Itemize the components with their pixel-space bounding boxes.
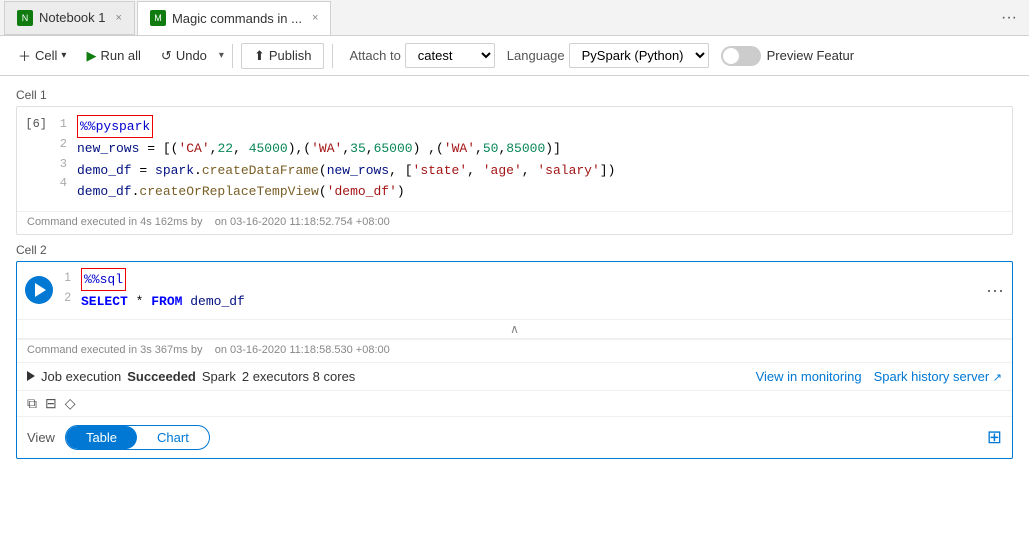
language-select[interactable]: PySpark (Python) <box>569 43 709 68</box>
cell1-line-numbers: 1234 <box>57 115 77 203</box>
tab-notebook1-label: Notebook 1 <box>39 10 106 25</box>
cell1-container: [6] 1234 %%pyspark new_rows = [('CA',22,… <box>16 106 1013 235</box>
run-icon <box>35 283 46 297</box>
spark-history-link[interactable]: Spark history server ↗ <box>874 369 1002 384</box>
tab-more-button[interactable]: ··· <box>993 9 1025 27</box>
cell1-code-content[interactable]: %%pyspark new_rows = [('CA',22, 45000),(… <box>77 115 1012 203</box>
divider1 <box>232 44 233 68</box>
cell1-footer-date: on 03-16-2020 11:18:52.754 +08:00 <box>215 216 390 228</box>
cell2-more-button[interactable]: ··· <box>986 280 1004 301</box>
job-links: View in monitoring Spark history server … <box>756 369 1002 384</box>
cell2-container: 12 %%sql SELECT * FROM demo_df ··· ∧ Com… <box>16 261 1013 459</box>
cell1-code-block: 1234 %%pyspark new_rows = [('CA',22, 450… <box>57 115 1012 203</box>
tab-magic-close[interactable]: × <box>312 12 318 24</box>
plus-icon: ＋ <box>18 46 31 65</box>
preview-label: Preview Featur <box>767 48 854 63</box>
publish-button[interactable]: ⬆ Publish <box>241 43 325 69</box>
undo-button[interactable]: ↺ Undo <box>153 44 215 68</box>
tab-magic[interactable]: M Magic commands in ... × <box>137 1 331 35</box>
notebook1-icon: N <box>17 10 33 26</box>
magic-command-pyspark: %%pyspark <box>77 115 153 138</box>
cell1-label: Cell 1 <box>16 88 1013 102</box>
job-spark-label: Spark <box>202 369 236 384</box>
language-label: Language <box>507 48 565 63</box>
collapse-icon: ∧ <box>510 322 519 336</box>
cell2-run-button[interactable] <box>25 276 53 304</box>
cell1-code-area: [6] 1234 %%pyspark new_rows = [('CA',22,… <box>17 107 1012 211</box>
cell2-footer-date: on 03-16-2020 11:18:58.530 +08:00 <box>215 344 390 356</box>
toggle-knob <box>723 48 739 64</box>
code-line-4: demo_df.createOrReplaceTempView('demo_df… <box>77 181 1012 202</box>
cell1-footer-text: Command executed in 4s 162ms by <box>27 216 202 228</box>
job-execution-label: Job execution <box>41 369 121 384</box>
cell2-code-line-1: %%sql <box>81 268 978 291</box>
table-view-button[interactable]: Table <box>66 426 137 449</box>
view-bar: View Table Chart ⊞ <box>17 416 1012 458</box>
cell1-exec-num: [6] <box>17 115 57 203</box>
view-toggle-group: Table Chart <box>65 425 210 450</box>
cell2-label: Cell 2 <box>16 243 1013 257</box>
filter-icon[interactable]: ⊟ <box>45 395 57 412</box>
external-link-icon: ↗ <box>993 372 1002 384</box>
undo-icon: ↺ <box>161 48 172 64</box>
copy-icon[interactable]: ⧉ <box>27 395 37 412</box>
cell-chevron-icon: ▾ <box>61 50 66 61</box>
cell2-footer-text: Command executed in 3s 367ms by <box>27 344 202 356</box>
cell2-line-numbers: 12 <box>61 268 81 313</box>
tab-bar: N Notebook 1 × M Magic commands in ... ×… <box>0 0 1029 36</box>
toolbar: ＋ Cell ▾ ▶ Run all ↺ Undo ▾ ⬆ Publish At… <box>0 36 1029 76</box>
attach-select[interactable]: catest <box>405 43 495 68</box>
code-line-3: demo_df = spark.createDataFrame(new_rows… <box>77 160 1012 181</box>
cell2-footer: Command executed in 3s 367ms by on 03-16… <box>17 339 1012 362</box>
magic-icon: M <box>150 10 166 26</box>
toolbar-chevron[interactable]: ▾ <box>219 50 224 61</box>
code-line-1: %%pyspark <box>77 115 1012 138</box>
magic-command-sql: %%sql <box>81 268 126 291</box>
preview-toggle-group: Preview Featur <box>721 46 854 66</box>
code-line-2: new_rows = [('CA',22, 45000),('WA',35,65… <box>77 138 1012 159</box>
divider2 <box>332 44 333 68</box>
job-status-badge: Succeeded <box>127 369 196 384</box>
view-monitoring-link[interactable]: View in monitoring <box>756 369 862 384</box>
view-label: View <box>27 430 55 445</box>
tab-magic-label: Magic commands in ... <box>172 11 302 26</box>
clear-icon[interactable]: ◇ <box>65 395 76 412</box>
export-button[interactable]: ⊞ <box>987 427 1002 448</box>
cell2-code-content[interactable]: %%sql SELECT * FROM demo_df <box>81 268 978 313</box>
job-bar: Job execution Succeeded Spark 2 executor… <box>17 362 1012 390</box>
chart-view-button[interactable]: Chart <box>137 426 209 449</box>
run-all-button[interactable]: ▶ Run all <box>78 44 148 68</box>
run-all-icon: ▶ <box>86 48 96 64</box>
job-executors-label: 2 executors 8 cores <box>242 369 355 384</box>
cell2-code-line-2: SELECT * FROM demo_df <box>81 291 978 312</box>
preview-toggle[interactable] <box>721 46 761 66</box>
cell2-code-block: 12 %%sql SELECT * FROM demo_df <box>61 268 978 313</box>
cell2-header: 12 %%sql SELECT * FROM demo_df ··· <box>17 262 1012 319</box>
attach-label: Attach to <box>349 48 400 63</box>
job-play-icon <box>27 371 35 381</box>
tab-notebook1[interactable]: N Notebook 1 × <box>4 1 135 35</box>
publish-icon: ⬆ <box>254 48 265 64</box>
cell1-footer: Command executed in 4s 162ms by on 03-16… <box>17 211 1012 234</box>
tab-notebook1-close[interactable]: × <box>116 12 122 24</box>
attach-group: Attach to catest <box>349 43 494 68</box>
main-content: Cell 1 [6] 1234 %%pyspark new_rows = [('… <box>0 76 1029 550</box>
add-cell-button[interactable]: ＋ Cell ▾ <box>10 42 74 69</box>
language-group: Language PySpark (Python) <box>507 43 709 68</box>
collapse-row[interactable]: ∧ <box>17 319 1012 339</box>
output-toolbar: ⧉ ⊟ ◇ <box>17 390 1012 416</box>
